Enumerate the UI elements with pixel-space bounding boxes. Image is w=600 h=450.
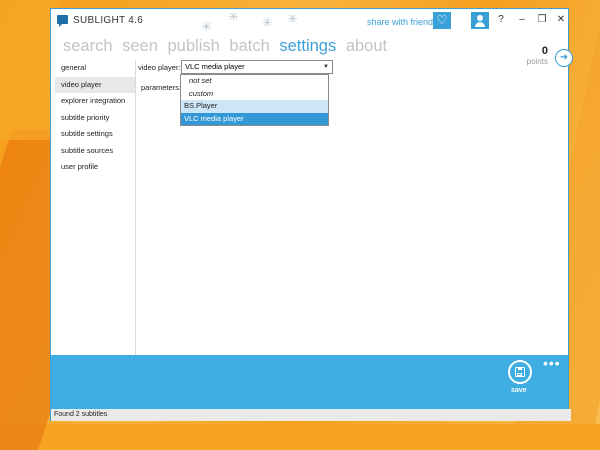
save-label: save <box>511 387 527 394</box>
arrow-right-icon[interactable]: ➜ <box>555 49 573 67</box>
dropdown-option-custom[interactable]: custom <box>181 88 328 101</box>
video-player-dropdown: not set custom BS.Player VLC media playe… <box>180 74 329 126</box>
video-player-select-value: VLC media player <box>185 62 245 71</box>
user-icon-head <box>477 15 483 21</box>
sidebar-item-explorer-integration[interactable]: explorer integration <box>55 93 135 110</box>
save-button[interactable] <box>508 360 532 384</box>
nav-settings[interactable]: settings <box>279 37 336 55</box>
close-button[interactable]: ✕ <box>553 13 569 27</box>
snowflake-icon: ✳ <box>262 15 273 30</box>
chat-bubble-icon <box>57 15 68 27</box>
more-options-button[interactable]: ••• <box>543 355 561 371</box>
sidebar-item-subtitle-settings[interactable]: subtitle settings <box>55 126 135 143</box>
chevron-down-icon: ▼ <box>323 64 329 70</box>
sidebar-item-video-player[interactable]: video player <box>55 76 135 93</box>
points-value: 0 <box>541 45 548 57</box>
parameters-label: parameters: <box>141 83 182 92</box>
snowflake-icon: ✳ <box>201 19 212 34</box>
help-button[interactable]: ? <box>493 13 509 27</box>
user-icon-body <box>475 22 485 27</box>
sidebar-item-subtitle-priority[interactable]: subtitle priority <box>55 110 135 127</box>
sidebar-item-subtitle-sources[interactable]: subtitle sources <box>55 143 135 160</box>
sidebar-item-general[interactable]: general <box>55 60 135 77</box>
minimize-button[interactable]: – <box>514 13 530 27</box>
dropdown-option-vlc[interactable]: VLC media player <box>181 112 328 125</box>
settings-sidebar: general video player explorer integratio… <box>55 60 136 355</box>
nav-publish[interactable]: publish <box>168 37 220 55</box>
nav-about[interactable]: about <box>346 37 387 55</box>
title-bar[interactable]: SUBLIGHT 4.6 ✳ ✳ ✳ ✳ share with friends … <box>51 9 569 34</box>
nav-search[interactable]: search <box>63 37 113 55</box>
sidebar-item-user-profile[interactable]: user profile <box>55 159 135 176</box>
snowflake-icon: ✳ <box>228 9 239 24</box>
app-window: SUBLIGHT 4.6 ✳ ✳ ✳ ✳ share with friends … <box>50 8 573 421</box>
heart-icon[interactable]: ♡ <box>433 12 451 29</box>
status-bar: Found 2 subtitles <box>51 409 571 421</box>
dropdown-option-not-set[interactable]: not set <box>181 75 328 88</box>
points-counter: 0 points <box>527 45 548 66</box>
main-nav: search seen publish batch settings about <box>63 37 392 56</box>
action-bar: save ••• <box>51 355 568 409</box>
share-with-friends-link[interactable]: share with friends <box>367 17 438 27</box>
video-player-label: video player: <box>138 63 181 72</box>
points-label: points <box>526 57 548 66</box>
snowflake-icon: ✳ <box>287 11 298 26</box>
user-icon[interactable] <box>471 12 489 29</box>
app-title: SUBLIGHT 4.6 <box>73 15 144 26</box>
floppy-disk-icon <box>515 367 525 377</box>
maximize-button[interactable]: ❐ <box>534 13 550 27</box>
video-player-select[interactable]: VLC media player ▼ <box>181 60 333 74</box>
nav-batch[interactable]: batch <box>229 37 269 55</box>
dropdown-option-bsplayer[interactable]: BS.Player <box>181 100 328 113</box>
nav-seen[interactable]: seen <box>122 37 158 55</box>
